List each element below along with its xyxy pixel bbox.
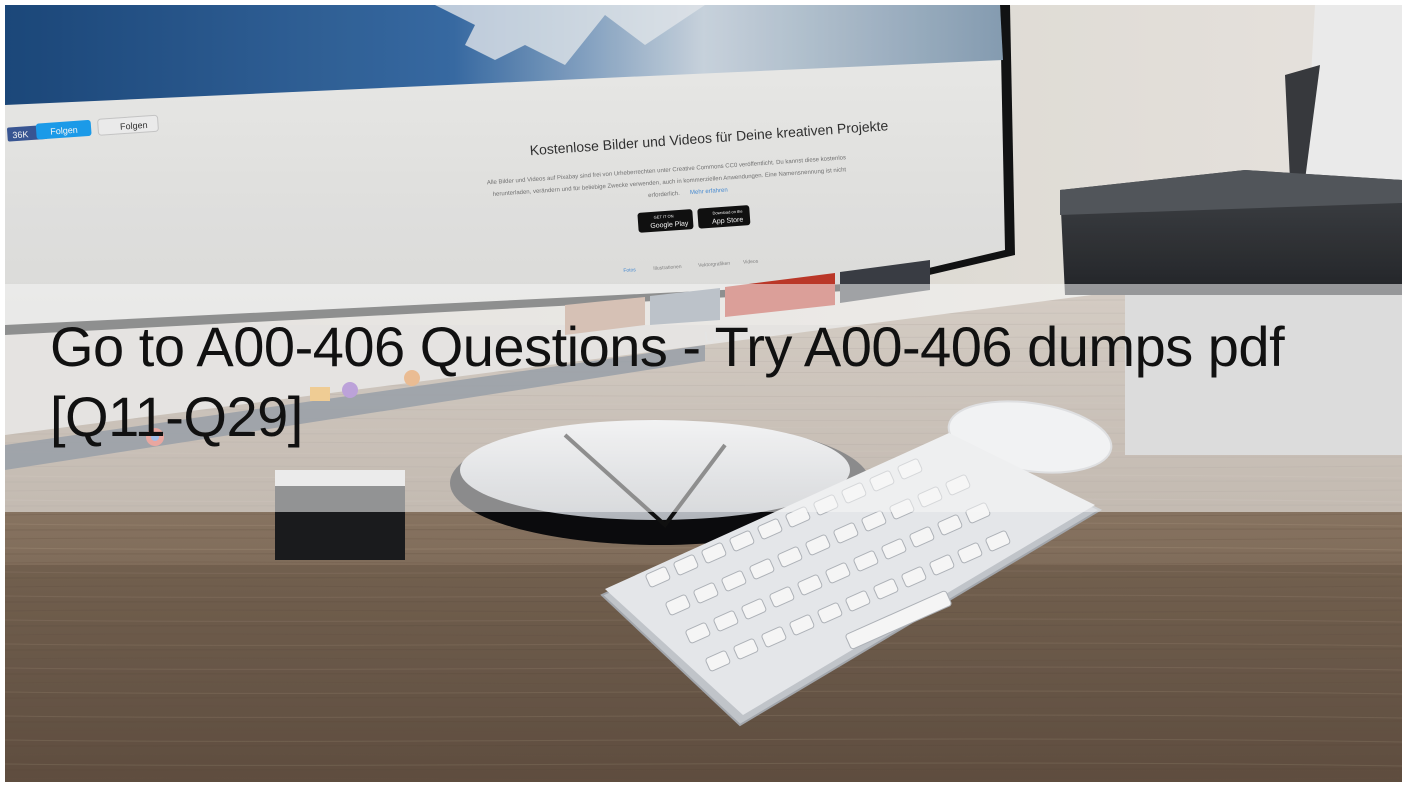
page-title: Go to A00-406 Questions - Try A00-406 du… (50, 315, 1285, 448)
